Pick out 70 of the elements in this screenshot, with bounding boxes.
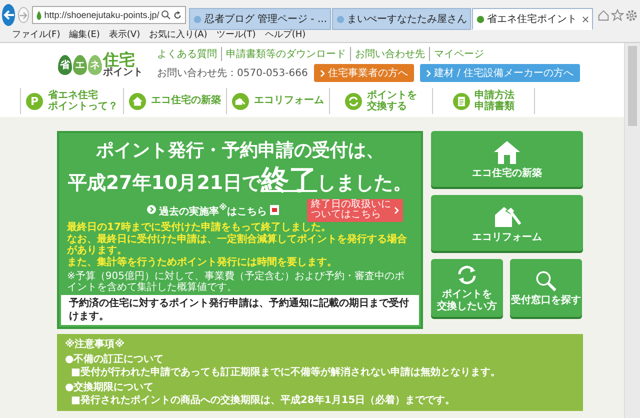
hammer-icon <box>232 92 249 110</box>
search-icon[interactable] <box>161 10 172 20</box>
header-link[interactable]: マイページ <box>429 47 488 61</box>
chevron-icon <box>426 70 431 76</box>
document-icon <box>452 92 470 110</box>
browser-tab[interactable]: まいぺーすなたたみ屋さん <box>332 8 471 30</box>
site-icon <box>476 14 485 24</box>
menu-tile[interactable]: ポイントを 交換したい方 <box>431 259 503 317</box>
back-button[interactable] <box>2 4 16 26</box>
scrollbar[interactable] <box>624 43 640 418</box>
caution-heading: ●交換期限について <box>65 381 155 394</box>
chevron-icon <box>394 206 400 214</box>
logo-leaf: ネ <box>88 54 102 74</box>
browser-tab[interactable]: 忍者ブログ 管理ページ - ... <box>189 8 331 30</box>
menu-tile[interactable]: 受付窓口を探す <box>510 259 582 317</box>
deadline-notice: 予約済の住宅に対するポイント発行申請は、予約通知に記載の期日まで受付けます。 <box>61 295 419 325</box>
menu-item[interactable]: 表示(V) <box>108 30 140 40</box>
home-icon[interactable] <box>597 8 610 22</box>
menu-tile[interactable]: エコリフォーム <box>431 195 583 251</box>
menu-item[interactable]: ツール(T) <box>216 30 256 40</box>
menu-item[interactable]: ヘルプ(H) <box>264 30 306 40</box>
menu-tile[interactable]: エコ住宅の新築 <box>431 131 583 187</box>
pdf-icon <box>270 204 280 215</box>
header-link[interactable]: よくある質問 <box>157 47 221 61</box>
logo-leaf: エ <box>73 54 87 74</box>
contact-phone: お問い合わせ先：0570-053-666 <box>157 66 308 80</box>
caution-text: ■受付が行われた申請であっても訂正期限までに不備等が解消されない申請は無効となります。 <box>70 366 502 379</box>
nav-item[interactable]: エコ住宅の新築 <box>123 88 226 114</box>
logo-text: 住宅 <box>103 52 136 68</box>
caution-text: ■発行されたポイントの商品への交換期限は、平成28年1月15日（必着）までです。 <box>70 394 456 407</box>
past-rate-link[interactable]: 過去の実施率$^{※}$はこちら <box>158 202 268 218</box>
caution-heading: ●不備の訂正について <box>65 353 165 366</box>
audience-button[interactable]: 住宅事業者の方へ <box>314 64 414 82</box>
refresh-icon <box>345 92 362 110</box>
logo-subtext: ポイント <box>103 68 143 78</box>
address-field[interactable]: http://shoenejutaku-points.jp/ <box>32 6 186 24</box>
closing-detail: 最終日の17時までに受付けた申請をもって終了しました。 <box>67 222 332 233</box>
settings-icon[interactable] <box>625 8 638 22</box>
refresh-icon <box>456 264 478 286</box>
menu-item[interactable]: お気に入り(A) <box>149 30 208 40</box>
menu-item[interactable]: 編集(E) <box>69 30 100 40</box>
chevron-icon <box>320 70 325 76</box>
nav-item[interactable]: ポイントを 交換する <box>329 88 432 114</box>
house-icon <box>492 138 522 165</box>
end-date-button[interactable]: 終了日の取扱いに ついてはこちら <box>307 198 404 222</box>
cautions-title: ※注意事項※ <box>65 338 126 351</box>
point-badge: P <box>26 92 43 110</box>
header-link[interactable]: お問い合わせ先 <box>350 47 429 61</box>
menu-item[interactable]: ファイル(F) <box>12 30 60 40</box>
nav-item[interactable]: 申請方法 申請書類 <box>432 88 535 114</box>
refresh-icon[interactable] <box>173 10 182 20</box>
site-icon <box>193 14 202 24</box>
browser-tab[interactable]: 省エネ住宅ポイント <box>472 8 593 30</box>
announcement-headline: 平成27年10月21日で終了 しました。 <box>68 163 412 198</box>
announcement-title: ポイント発行・予約申請の受付は、 <box>96 139 384 163</box>
nav-item[interactable]: エコリフォーム <box>226 88 329 114</box>
star-icon[interactable] <box>611 8 624 22</box>
site-icon <box>336 14 345 24</box>
leaf-icon <box>36 10 42 20</box>
search-icon <box>535 270 557 292</box>
header-link[interactable]: 申請書類等のダウンロード <box>221 47 350 61</box>
audience-button[interactable]: 建材 / 住宅設備メーカーの方へ <box>420 64 580 82</box>
logo-leaf: 省 <box>58 54 72 74</box>
arrow-circle-icon <box>146 205 156 214</box>
close-icon[interactable] <box>582 16 589 22</box>
house-icon <box>129 92 146 110</box>
budget-footnote: ※予算（905億円）に対して、事業費（予定含む）および予約・審査中のポイントを含めて集計した概算値です。 <box>66 270 406 295</box>
closing-detail: また、集計等を行うためポイント発行には時間を要します。 <box>67 256 338 268</box>
closing-detail: なお、最終日に受付けた申請は、一定割合減算してポイントを発行する場合があります。 <box>67 234 408 256</box>
forward-button[interactable] <box>18 7 30 23</box>
